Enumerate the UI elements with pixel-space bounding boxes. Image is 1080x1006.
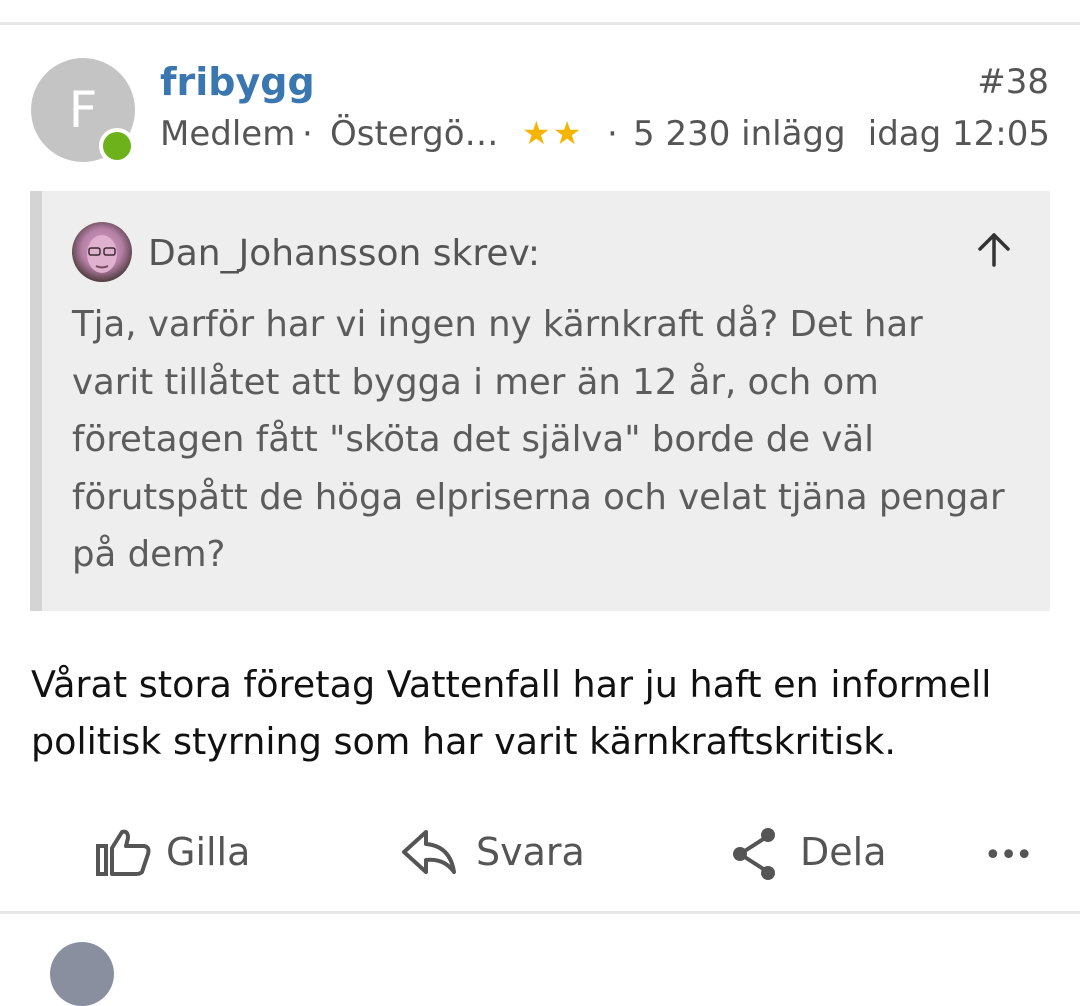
top-divider bbox=[0, 22, 1080, 25]
more-dots-icon: ••• bbox=[984, 838, 1033, 873]
share-button[interactable]: Dela bbox=[728, 822, 908, 882]
post-body-text: Vårat stora företag Vattenfall har ju ha… bbox=[31, 663, 992, 763]
rank-stars-icon: ★★ bbox=[522, 114, 584, 152]
thumbs-up-icon bbox=[96, 829, 151, 876]
meta-separator: · bbox=[607, 114, 618, 154]
more-options-button[interactable]: ••• bbox=[984, 822, 1044, 882]
quoted-user-avatar[interactable] bbox=[72, 222, 132, 282]
avatar-letter: F bbox=[68, 81, 98, 139]
user-location: Östergö… bbox=[330, 114, 499, 154]
user-post-count: 5 230 inlägg bbox=[633, 114, 846, 154]
like-label: Gilla bbox=[166, 830, 251, 874]
quote-author[interactable]: Dan_Johansson skrev: bbox=[148, 233, 540, 274]
share-label: Dela bbox=[800, 830, 887, 874]
quote-text: Tja, varför har vi ingen ny kärnkraft då… bbox=[72, 304, 1005, 575]
next-post-avatar[interactable] bbox=[50, 942, 114, 1006]
avatar-face-icon bbox=[87, 235, 117, 273]
like-button[interactable]: Gilla bbox=[96, 822, 276, 882]
username-link[interactable]: fribygg bbox=[160, 60, 315, 104]
meta-separator: · bbox=[302, 114, 313, 154]
reply-label: Svara bbox=[476, 830, 585, 874]
user-meta-row: Medlem · Östergö… ★★ · 5 230 inlägg idag… bbox=[160, 114, 1050, 160]
reply-button[interactable]: Svara bbox=[400, 822, 600, 882]
post-timestamp: idag 12:05 bbox=[867, 114, 1050, 154]
arrow-up-icon[interactable] bbox=[974, 229, 1014, 269]
quote-accent-bar bbox=[30, 191, 42, 611]
share-icon bbox=[733, 828, 775, 880]
bottom-divider bbox=[0, 911, 1080, 914]
reply-arrow-icon bbox=[402, 830, 456, 874]
user-role: Medlem bbox=[160, 114, 296, 154]
quote-block: Dan_Johansson skrev: Tja, varför har vi … bbox=[30, 191, 1050, 611]
online-status-indicator bbox=[99, 128, 135, 164]
post-number[interactable]: #38 bbox=[977, 62, 1049, 102]
